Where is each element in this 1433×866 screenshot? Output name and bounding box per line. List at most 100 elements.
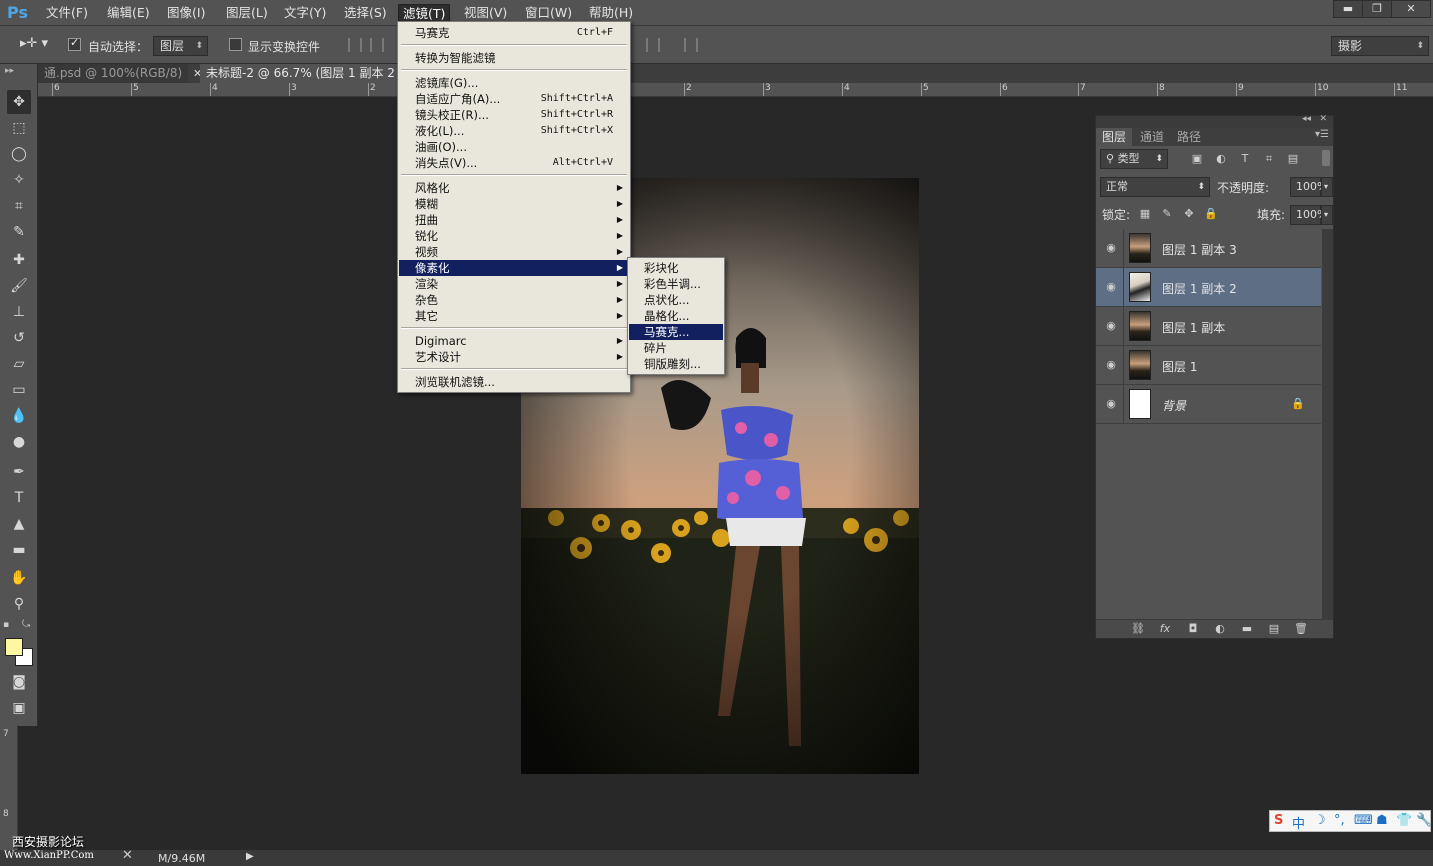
visibility-eye-icon[interactable]: ◉ [1104, 280, 1118, 294]
swap-colors-icon[interactable]: ⤿ [22, 619, 30, 630]
visibility-eye-icon[interactable]: ◉ [1104, 319, 1118, 333]
filter-menu-item[interactable]: 模糊 ▶ [399, 196, 629, 212]
filter-menu-item[interactable]: 转换为智能滤镜 [399, 50, 629, 66]
filter-menu-item[interactable]: 镜头校正(R)... Shift+Ctrl+R [399, 107, 629, 123]
ime-item-icon[interactable]: ☗ [1376, 813, 1388, 828]
filter-menu-item[interactable]: 消失点(V)... Alt+Ctrl+V [399, 155, 629, 171]
filter-menu-item[interactable]: 渲染 ▶ [399, 276, 629, 292]
smart-object-filter-icon[interactable]: ▤ [1286, 152, 1300, 166]
layer-row[interactable]: ◉ 图层 1 副本 2 [1096, 268, 1321, 307]
filter-menu-item[interactable]: 像素化 ▶ [399, 260, 629, 276]
menu-select[interactable]: 选择(S) [340, 4, 391, 23]
new-layer-icon[interactable]: ▤ [1267, 622, 1281, 636]
adjustment-filter-icon[interactable]: ◐ [1214, 152, 1228, 166]
distribute-h-icon[interactable] [684, 38, 698, 52]
lock-transparency-icon[interactable]: ▦ [1138, 207, 1152, 221]
pixelate-submenu-item[interactable]: 点状化... [629, 292, 723, 308]
collapse-icon[interactable]: ◂◂ [1302, 114, 1311, 124]
filter-menu-item[interactable]: 其它 ▶ [399, 308, 629, 324]
magic-wand-tool-icon[interactable]: ✧ [7, 168, 31, 192]
layer-row[interactable]: ◉ 图层 1 [1096, 346, 1321, 385]
filter-menu-item[interactable]: 浏览联机滤镜... [399, 374, 629, 390]
filter-menu-item[interactable]: 油画(O)... [399, 139, 629, 155]
zoom-tool-icon[interactable]: ⚲ [7, 592, 31, 616]
pixelate-submenu-item[interactable]: 马赛克... [629, 324, 723, 340]
lock-pixels-icon[interactable]: ✎ [1160, 207, 1174, 221]
lasso-tool-icon[interactable]: ◯ [7, 142, 31, 166]
filter-menu-item[interactable]: 风格化 ▶ [399, 180, 629, 196]
collapse-icon[interactable]: ▸▸ [5, 66, 14, 76]
filter-menu-item[interactable]: 扭曲 ▶ [399, 212, 629, 228]
close-icon[interactable]: ✕ [122, 848, 133, 863]
filter-menu-item[interactable]: Digimarc ▶ [399, 333, 629, 349]
brush-tool-icon[interactable]: 🖌 [7, 274, 31, 298]
filter-menu-item[interactable]: 液化(L)... Shift+Ctrl+X [399, 123, 629, 139]
lock-all-icon[interactable]: 🔒 [1204, 207, 1218, 221]
menu-edit[interactable]: 编辑(E) [103, 4, 154, 23]
restore-button[interactable]: ❐ [1362, 0, 1392, 18]
layer-row[interactable]: ◉ 图层 1 副本 [1096, 307, 1321, 346]
new-group-icon[interactable]: ▬ [1240, 622, 1254, 636]
new-adjustment-icon[interactable]: ◐ [1213, 622, 1227, 636]
shape-tool-icon[interactable]: ▬ [7, 538, 31, 562]
default-colors-icon[interactable]: ▪ [3, 620, 9, 630]
filter-menu-item[interactable]: 锐化 ▶ [399, 228, 629, 244]
shape-filter-icon[interactable]: ⌗ [1262, 152, 1276, 166]
pixelate-submenu-item[interactable]: 晶格化... [629, 308, 723, 324]
blend-mode-select[interactable]: 正常 ⬍ [1100, 177, 1210, 197]
pixelate-submenu-item[interactable]: 彩色半调... [629, 276, 723, 292]
pixelate-submenu-item[interactable]: 铜版雕刻... [629, 356, 723, 372]
panel-menu-icon[interactable]: ▾☰ [1315, 129, 1329, 140]
ime-item-icon[interactable]: 中 [1292, 813, 1305, 832]
menu-file[interactable]: 文件(F) [42, 4, 92, 23]
tab-channels[interactable]: 通道 [1134, 128, 1170, 146]
tab-paths[interactable]: 路径 [1171, 128, 1207, 146]
pixel-filter-icon[interactable]: ▣ [1190, 152, 1204, 166]
dodge-tool-icon[interactable]: ● [7, 430, 31, 454]
filter-menu-item[interactable]: 视频 ▶ [399, 244, 629, 260]
hand-tool-icon[interactable]: ✋ [7, 566, 31, 590]
workspace-select[interactable]: 摄影 ⬍ [1331, 36, 1429, 56]
marquee-tool-icon[interactable]: ⬚ [7, 116, 31, 140]
auto-select-target-select[interactable]: 图层 ⬍ [153, 36, 208, 56]
type-filter-icon[interactable]: T [1238, 152, 1252, 166]
pixelate-submenu-item[interactable]: 碎片 [629, 340, 723, 356]
show-transform-checkbox[interactable] [229, 38, 242, 51]
stamp-tool-icon[interactable]: ⊥ [7, 300, 31, 324]
opacity-dropdown-icon[interactable]: ▾ [1321, 177, 1333, 197]
menu-type[interactable]: 文字(Y) [280, 4, 330, 23]
gradient-tool-icon[interactable]: ▭ [7, 378, 31, 402]
layer-filter-select[interactable]: ⚲ 类型 ⬍ [1100, 149, 1168, 169]
fill-dropdown-icon[interactable]: ▾ [1321, 205, 1333, 225]
history-brush-tool-icon[interactable]: ↺ [7, 326, 31, 350]
type-tool-icon[interactable]: T [7, 486, 31, 510]
foreground-color-swatch[interactable] [5, 638, 23, 656]
auto-select-checkbox[interactable] [68, 36, 81, 51]
layer-row[interactable]: ◉ 图层 1 副本 3 [1096, 229, 1321, 268]
pen-tool-icon[interactable]: ✒ [7, 460, 31, 484]
eraser-tool-icon[interactable]: ▱ [7, 352, 31, 376]
ime-item-icon[interactable]: ☽ [1314, 813, 1326, 828]
visibility-eye-icon[interactable]: ◉ [1104, 241, 1118, 255]
ime-item-icon[interactable]: S [1274, 813, 1283, 828]
fill-input[interactable]: 100% [1290, 205, 1327, 225]
move-tool-preset-icon[interactable]: ▸✛ ▾ [20, 36, 48, 51]
distribute-icon[interactable] [646, 38, 660, 52]
pixelate-submenu-item[interactable]: 彩块化 [629, 260, 723, 276]
status-menu-arrow-icon[interactable]: ▶ [246, 851, 254, 862]
ime-item-icon[interactable]: °, [1334, 813, 1345, 828]
eyedropper-tool-icon[interactable]: ✎ [7, 220, 31, 244]
document-tab[interactable]: 通.psd @ 100%(RGB/8) [38, 64, 188, 83]
ime-item-icon[interactable]: 🔧 [1416, 813, 1432, 828]
filter-menu-item[interactable]: 艺术设计 ▶ [399, 349, 629, 365]
crop-tool-icon[interactable]: ⌗ [7, 194, 31, 218]
visibility-eye-icon[interactable]: ◉ [1104, 397, 1118, 411]
visibility-eye-icon[interactable]: ◉ [1104, 358, 1118, 372]
filter-toggle[interactable] [1322, 150, 1330, 166]
tab-layers[interactable]: 图层 [1096, 128, 1133, 146]
add-mask-icon[interactable]: ◘ [1186, 622, 1200, 636]
filter-menu-item[interactable]: 滤镜库(G)... [399, 75, 629, 91]
layer-row[interactable]: ◉ 背景 🔒 [1096, 385, 1321, 424]
minimize-button[interactable]: ▬ [1333, 0, 1363, 18]
layers-scrollbar[interactable] [1322, 229, 1333, 619]
